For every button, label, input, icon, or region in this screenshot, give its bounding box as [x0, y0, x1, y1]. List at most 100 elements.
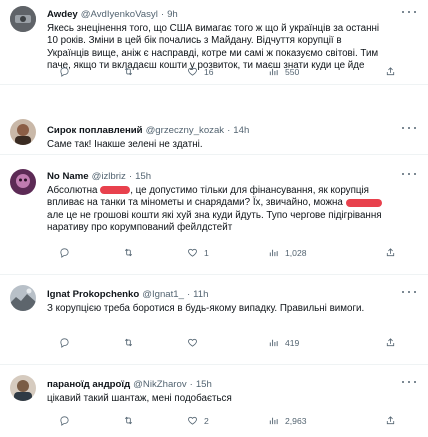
tweet-text: З корупцією треба боротися в будь-якому …: [47, 303, 416, 315]
share-icon: [386, 67, 395, 76]
tweet[interactable]: No Name @izlbriz · 15h Абсолютна , це до…: [0, 155, 428, 275]
share-button[interactable]: [385, 337, 396, 348]
share-icon: [386, 248, 395, 257]
user-handle[interactable]: @izlbriz: [92, 171, 126, 182]
avatar[interactable]: [10, 119, 36, 145]
tweet[interactable]: Сирок поплавлений @grzeczny_kozak · 14h …: [0, 85, 428, 155]
text-line: цікавий такий шантаж, мені подобається: [47, 393, 232, 404]
reply-button[interactable]: [59, 66, 70, 77]
tweet-header: Ignat Prokopchenko @Ignat1_ · 11h: [47, 287, 416, 301]
redaction-mark: [345, 198, 382, 207]
avatar-image: [10, 6, 36, 32]
avatar[interactable]: [10, 169, 36, 195]
share-button[interactable]: [385, 415, 396, 426]
reply-icon: [60, 416, 69, 426]
view-count: 1,028: [285, 247, 307, 258]
reply-button[interactable]: [59, 247, 70, 258]
like-count: 16: [204, 66, 214, 77]
display-name[interactable]: Awdey: [47, 9, 78, 20]
reply-button[interactable]: [59, 415, 70, 426]
tweet[interactable]: параноїд андроїд @NikZharov · 15h цікави…: [0, 365, 428, 437]
avatar[interactable]: [10, 375, 36, 401]
display-name[interactable]: Ignat Prokopchenko: [47, 289, 139, 300]
views-button[interactable]: 419: [268, 337, 299, 348]
user-handle[interactable]: @Ignat1_: [142, 289, 184, 300]
user-handle[interactable]: @grzeczny_kozak: [146, 125, 225, 136]
user-handle[interactable]: @NikZharov: [133, 379, 186, 390]
tweet[interactable]: Awdey @AvdIyenkoVasyl · 9h Якесь знеціне…: [0, 0, 428, 85]
display-name[interactable]: параноїд андроїд: [47, 379, 130, 390]
display-name[interactable]: No Name: [47, 171, 89, 182]
tweet-actions: 2 2,963: [47, 415, 416, 429]
views-button[interactable]: 2,963: [268, 415, 307, 426]
view-count: 2,963: [285, 415, 307, 426]
retweet-button[interactable]: [123, 337, 134, 348]
share-icon: [386, 416, 395, 425]
like-count: 1: [204, 247, 209, 258]
retweet-button[interactable]: [123, 415, 134, 426]
text-line: З корупцією треба боротися в будь-якому …: [47, 303, 365, 314]
text-line: 10 років. Зміни в цей бік почались з Май…: [47, 35, 342, 47]
retweet-button[interactable]: [123, 247, 134, 258]
reply-button[interactable]: [59, 337, 70, 348]
tweet-header: No Name @izlbriz · 15h: [47, 169, 416, 183]
heart-icon: [188, 338, 197, 347]
text-span: , це допустимо тільки для фінансування, …: [130, 185, 369, 196]
more-options-icon[interactable]: [402, 377, 416, 387]
like-button[interactable]: 1: [187, 247, 209, 258]
share-button[interactable]: [385, 66, 396, 77]
timestamp[interactable]: 9h: [167, 9, 178, 20]
like-button[interactable]: 2: [187, 415, 209, 426]
avatar-image: [10, 119, 36, 145]
avatar-image: [10, 285, 36, 311]
avatar-image: [10, 375, 36, 401]
text-span: впливає на танки та мінометы и снарядами…: [47, 197, 343, 209]
retweet-icon: [124, 67, 133, 76]
like-count: 2: [204, 415, 209, 426]
like-button[interactable]: [187, 337, 198, 348]
like-button[interactable]: 16: [187, 66, 214, 77]
views-icon: [269, 249, 278, 257]
text-line: але це не грошові кошти які хуй зна куди…: [47, 209, 382, 221]
redaction-mark: [100, 186, 131, 195]
reply-icon: [60, 248, 69, 258]
tweet-actions: 16 550: [47, 66, 416, 80]
timestamp[interactable]: 15h: [135, 171, 151, 182]
more-options-icon[interactable]: [402, 123, 416, 133]
views-button[interactable]: 550: [268, 66, 299, 77]
avatar[interactable]: [10, 285, 36, 311]
more-options-icon[interactable]: [402, 7, 416, 17]
user-handle[interactable]: @AvdIyenkoVasyl: [81, 9, 158, 20]
views-button[interactable]: 1,028: [268, 247, 307, 258]
avatar-image: [10, 169, 36, 195]
retweet-button[interactable]: [123, 66, 134, 77]
timestamp[interactable]: 14h: [233, 125, 249, 136]
separator: ·: [227, 124, 231, 136]
text-line: впливає на танки та мінометы и снарядами…: [47, 197, 416, 209]
views-icon: [269, 68, 278, 76]
views-icon: [269, 417, 278, 425]
tweet[interactable]: Ignat Prokopchenko @Ignat1_ · 11h З кору…: [0, 275, 428, 365]
more-options-icon[interactable]: [402, 287, 416, 297]
reply-icon: [60, 338, 69, 348]
retweet-icon: [124, 416, 133, 425]
timestamp[interactable]: 15h: [196, 379, 212, 390]
text-line: Українців вище, аніж є насправді, котре …: [47, 47, 379, 59]
separator: ·: [186, 288, 191, 300]
separator: ·: [160, 8, 165, 20]
more-options-icon[interactable]: [402, 169, 416, 179]
view-count: 419: [285, 337, 300, 348]
text-line: наративу про корумпований фейлдстейт: [47, 222, 233, 234]
tweet-header: Сирок поплавлений @grzeczny_kozak · 14h: [47, 123, 416, 137]
tweet-actions: 1 1,028: [47, 247, 416, 261]
separator: ·: [189, 378, 193, 390]
avatar[interactable]: [10, 6, 36, 32]
tweet-text: Саме так! Інакше зелені не здатні.: [47, 139, 416, 151]
text-line: Саме так! Інакше зелені не здатні.: [47, 139, 203, 150]
views-icon: [269, 339, 278, 347]
share-button[interactable]: [385, 247, 396, 258]
text-line: Якесь знецінення того, що США вимагає то…: [47, 23, 380, 34]
tweet-header: Awdey @AvdIyenkoVasyl · 9h: [47, 7, 416, 21]
display-name[interactable]: Сирок поплавлений: [47, 125, 143, 136]
timestamp[interactable]: 11h: [193, 289, 208, 300]
